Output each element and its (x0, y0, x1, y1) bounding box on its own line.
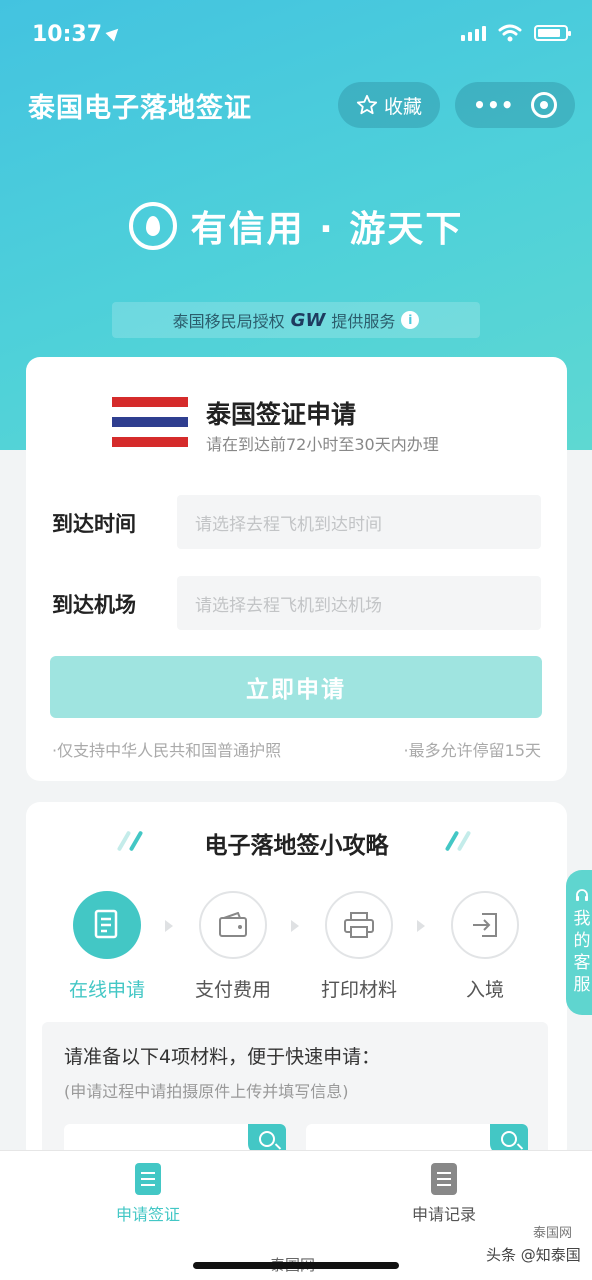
wallet-icon (219, 912, 247, 937)
location-arrow-icon (105, 24, 123, 42)
arrival-time-label: 到达时间 (52, 512, 136, 536)
favorite-label: 收藏 (383, 95, 422, 118)
materials-title: 请准备以下4项材料，便于快速申请： (64, 1046, 381, 1068)
step-circle (325, 891, 393, 959)
arrival-airport-field[interactable]: 请选择去程飞机到达机场 (177, 576, 541, 630)
step-pay-fee[interactable]: 支付费用 (178, 891, 288, 1002)
favorite-button[interactable]: 收藏 (338, 82, 440, 128)
visa-icon (135, 1163, 161, 1195)
slogan: 有信用 · 游天下 (0, 200, 592, 252)
service-char: 服 (573, 975, 591, 995)
guide-card: 电子落地签小攻略 在线申请 支付费用 打印材料 入境 请准备以下4项材料，便于快… (26, 802, 567, 1164)
step-arrow-icon (291, 920, 299, 932)
watermark-right: 头条 @知泰国 (486, 1246, 581, 1264)
gw-logo: GW (290, 309, 326, 331)
materials-subtitle: (申请过程中请拍摄原件上传并填写信息) (64, 1082, 349, 1101)
watermark-right-top: 泰国网 (533, 1226, 573, 1241)
status-bar: 10:37 (0, 0, 592, 70)
step-arrow-icon (417, 920, 425, 932)
miniapp-capsule: ••• (455, 82, 575, 128)
arrival-time-field[interactable]: 请选择去程飞机到达时间 (177, 495, 541, 549)
authorization-bar: 泰国移民局授权 GW 提供服务 i (112, 302, 480, 338)
passport-note: ·仅支持中华人民共和国普通护照 (52, 741, 282, 760)
visa-application-card: 泰国签证申请 请在到达前72小时至30天内办理 到达时间 请选择去程飞机到达时间… (26, 357, 567, 781)
wifi-icon (498, 24, 522, 42)
service-char: 我 (573, 909, 591, 929)
tab-label: 申请签证 (115, 1205, 180, 1224)
more-menu-button[interactable]: ••• (473, 93, 514, 117)
title-decoration-right (444, 830, 476, 854)
step-circle (73, 891, 141, 959)
auth-suffix: 提供服务 (331, 312, 396, 331)
tab-apply-visa[interactable]: 申请签证 (68, 1163, 228, 1225)
step-label: 打印材料 (320, 979, 397, 1001)
signal-icon (461, 25, 486, 41)
step-label: 在线申请 (68, 979, 145, 1001)
step-print-materials[interactable]: 打印材料 (304, 891, 414, 1002)
step-circle (199, 891, 267, 959)
home-indicator (193, 1262, 399, 1269)
stay-limit-note: ·最多允许停留15天 (403, 741, 541, 760)
guide-title: 电子落地签小攻略 (204, 833, 389, 859)
info-icon[interactable]: i (401, 311, 420, 329)
page-title: 泰国电子落地签证 (28, 93, 252, 124)
enter-icon (473, 913, 497, 937)
slogan-text: 有信用 · 游天下 (190, 209, 464, 250)
step-circle (451, 891, 519, 959)
apply-now-button[interactable]: 立即申请 (50, 656, 542, 718)
tab-application-records[interactable]: 申请记录 (364, 1163, 524, 1225)
card-subtitle: 请在到达前72小时至30天内办理 (206, 435, 439, 454)
status-icons (461, 24, 571, 42)
credit-logo-icon (128, 202, 177, 250)
document-icon (94, 909, 118, 939)
step-entry[interactable]: 入境 (430, 891, 540, 1002)
step-arrow-icon (165, 920, 173, 932)
thailand-flag-icon (112, 397, 188, 447)
auth-prefix: 泰国移民局授权 (172, 312, 285, 331)
status-time: 10:37 (32, 22, 123, 47)
close-miniapp-icon[interactable] (530, 92, 557, 118)
records-icon (431, 1163, 457, 1195)
materials-panel: 请准备以下4项材料，便于快速申请： (申请过程中请拍摄原件上传并填写信息) (42, 1022, 548, 1164)
step-online-apply[interactable]: 在线申请 (52, 891, 162, 1002)
star-icon (356, 94, 378, 115)
service-char: 客 (573, 953, 591, 973)
service-char: 的 (573, 931, 591, 951)
tab-label: 申请记录 (411, 1205, 476, 1224)
card-title: 泰国签证申请 (206, 400, 357, 429)
printer-icon (344, 912, 374, 938)
customer-service-button[interactable]: 我 的 客 服 (566, 870, 592, 1015)
headset-icon (576, 889, 588, 901)
step-label: 支付费用 (194, 979, 271, 1001)
battery-icon (534, 25, 571, 41)
arrival-airport-label: 到达机场 (52, 593, 136, 617)
step-label: 入境 (465, 979, 504, 1001)
